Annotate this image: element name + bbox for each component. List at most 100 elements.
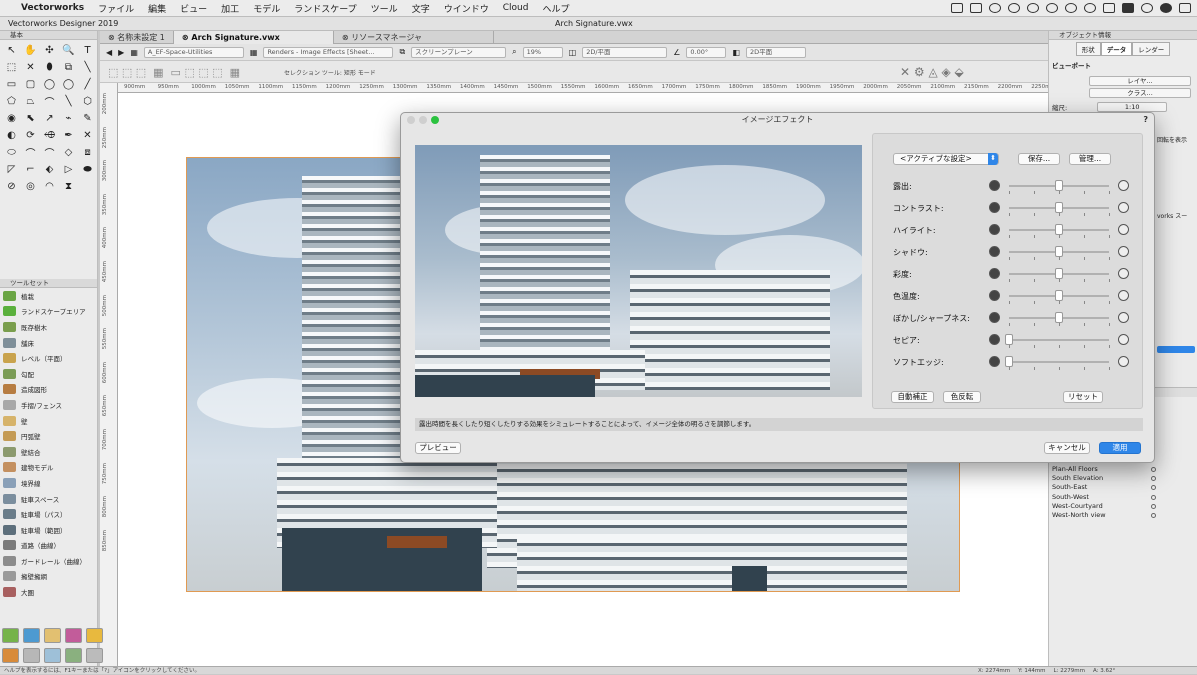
slider-thumb[interactable]	[1055, 268, 1063, 279]
tab-arch-signature[interactable]: ⊗ Arch Signature.vwx	[173, 31, 334, 44]
saved-view-item[interactable]: West-Courtyard	[1049, 502, 1197, 511]
slider-track[interactable]	[1009, 224, 1110, 238]
visibility-icon[interactable]	[1151, 485, 1156, 491]
toolset-item[interactable]: 円弧壁	[0, 428, 97, 444]
tool-19-icon[interactable]: ⬡	[78, 94, 97, 108]
save-button[interactable]: 保存...	[1018, 153, 1060, 165]
tool-11-icon[interactable]: ▢	[21, 77, 40, 91]
tab-data[interactable]: データ	[1100, 42, 1133, 56]
tool-27-icon[interactable]: ⬲	[40, 128, 59, 142]
menu-landscape[interactable]: ランドスケープ	[287, 2, 363, 15]
tool-18-icon[interactable]: ╲	[59, 94, 78, 108]
close-icon[interactable]: ⊗	[182, 33, 192, 42]
zoom-field[interactable]: 19%	[522, 46, 563, 58]
toolset-item[interactable]: 駐車スペース	[0, 491, 97, 507]
layers-icon[interactable]: ▦	[130, 48, 138, 57]
class-select[interactable]: A_EF-Space-Utilities	[143, 46, 244, 58]
tool-42-icon[interactable]: ◠	[40, 179, 59, 193]
saved-view-item[interactable]: West-North view	[1049, 511, 1197, 520]
tool-29-icon[interactable]: ✕	[78, 128, 97, 142]
tab-untitled[interactable]: ⊗ 名称未設定 1	[100, 31, 174, 44]
plant-set-icon[interactable]	[65, 647, 82, 663]
nav-back-icon[interactable]: ◀	[106, 48, 112, 57]
toolset-item[interactable]: 壁結合	[0, 444, 97, 460]
saved-view-item[interactable]: Plan-All Floors	[1049, 465, 1197, 474]
zoom-icon[interactable]: ⌕	[512, 47, 516, 57]
toolset-item[interactable]: 境界線	[0, 475, 97, 491]
video-icon[interactable]	[970, 3, 982, 13]
saved-view-item[interactable]: South Elevation	[1049, 474, 1197, 483]
cancel-button[interactable]: キャンセル	[1044, 442, 1090, 454]
clock-icon[interactable]	[1065, 3, 1077, 13]
mode-icons[interactable]: ⬚ ⬚ ⬚ ▦ ▭ ⬚ ⬚ ⬚ ▦	[108, 66, 240, 79]
tool-35-icon[interactable]: ◸	[2, 162, 21, 176]
tool-36-icon[interactable]: ⌐	[21, 162, 40, 176]
view-icon[interactable]: ◫	[569, 48, 577, 57]
toolset-item[interactable]: 舗床	[0, 335, 97, 351]
site-set-icon[interactable]	[44, 647, 61, 663]
tool-7-icon[interactable]: ⬮	[40, 60, 59, 74]
tool-40-icon[interactable]: ⊘	[2, 179, 21, 193]
nav-forward-icon[interactable]: ▶	[118, 48, 124, 57]
toolset-item[interactable]: 造成図形	[0, 382, 97, 398]
tool-5-icon[interactable]: ⬚	[2, 60, 21, 74]
tool-4-icon[interactable]: T	[78, 43, 97, 57]
render-mode-select[interactable]: 2D平面	[745, 46, 806, 58]
help-icon[interactable]: ?	[1143, 113, 1148, 126]
tool-12-icon[interactable]: ◯	[40, 77, 59, 91]
menu-modify[interactable]: 加工	[214, 2, 246, 15]
slider-track[interactable]	[1005, 334, 1110, 348]
volume-icon[interactable]	[1103, 3, 1115, 13]
plane-icon[interactable]: ⧉	[399, 47, 405, 57]
slider-track[interactable]	[1009, 246, 1110, 260]
visibility-icon[interactable]	[1151, 494, 1156, 500]
reset-button[interactable]: リセット	[1063, 391, 1103, 403]
render-icon[interactable]: ◧	[732, 48, 740, 57]
view-select[interactable]: 2D/平面	[582, 46, 668, 58]
auto-correct-button[interactable]: 自動補正	[891, 391, 934, 403]
tool-32-icon[interactable]: ⌒	[40, 145, 59, 160]
menu-app[interactable]: Vectorworks	[14, 3, 91, 13]
tool-33-icon[interactable]: ◇	[59, 145, 78, 159]
menu-edit[interactable]: 編集	[141, 2, 173, 15]
slider-thumb[interactable]	[1055, 180, 1063, 191]
tool-38-icon[interactable]: ▷	[59, 162, 78, 176]
slider-track[interactable]	[1009, 202, 1110, 216]
notification-icon[interactable]	[1179, 3, 1191, 13]
tool-9-icon[interactable]: ╲	[78, 60, 97, 74]
tool-34-icon[interactable]: ⧈	[78, 145, 97, 159]
close-window-button[interactable]	[407, 116, 415, 124]
apply-button[interactable]: 適用	[1099, 442, 1141, 454]
toolset-item[interactable]: 駐車場（範囲）	[0, 522, 97, 538]
time-machine-icon[interactable]	[1046, 3, 1058, 13]
toolset-item[interactable]: 植栽	[0, 288, 97, 304]
spotlight-icon[interactable]	[1141, 3, 1153, 13]
toolset-item[interactable]: 大圏	[0, 584, 97, 600]
close-icon[interactable]: ⊗	[108, 33, 117, 42]
angle-icon[interactable]: ∠	[673, 48, 680, 57]
toolset-item[interactable]: レベル（平面）	[0, 350, 97, 366]
tool-30-icon[interactable]: ⬭	[2, 145, 21, 159]
menu-text[interactable]: 文字	[405, 2, 437, 15]
invert-color-button[interactable]: 色反転	[943, 391, 981, 403]
tool-15-icon[interactable]: ⬠	[2, 94, 21, 108]
tool-14-icon[interactable]: ╱	[78, 77, 97, 91]
slider-thumb[interactable]	[1055, 290, 1063, 301]
slider-track[interactable]	[1005, 356, 1110, 370]
menu-window[interactable]: ウインドウ	[437, 2, 496, 15]
toolset-item[interactable]: 手摺/フェンス	[0, 397, 97, 413]
toolset-item[interactable]: 擁壁擁網	[0, 569, 97, 585]
toolset-item[interactable]: 壁	[0, 413, 97, 429]
tool-41-icon[interactable]: ◎	[21, 179, 40, 193]
toolset-item[interactable]: 駐車場（パス）	[0, 506, 97, 522]
preset-select[interactable]: <アクティブな設定> ⬍	[893, 153, 999, 165]
tool-39-icon[interactable]: ⬬	[78, 162, 97, 176]
scale-select[interactable]: 1:10	[1097, 102, 1168, 112]
landscape-set-icon[interactable]	[2, 628, 19, 643]
tool-10-icon[interactable]: ▭	[2, 77, 21, 91]
user-icon[interactable]	[1160, 3, 1172, 13]
preview-button[interactable]: プレビュー	[415, 442, 461, 454]
menu-file[interactable]: ファイル	[91, 2, 141, 15]
menu-model[interactable]: モデル	[246, 2, 287, 15]
saved-view-item[interactable]: South-East	[1049, 483, 1197, 492]
